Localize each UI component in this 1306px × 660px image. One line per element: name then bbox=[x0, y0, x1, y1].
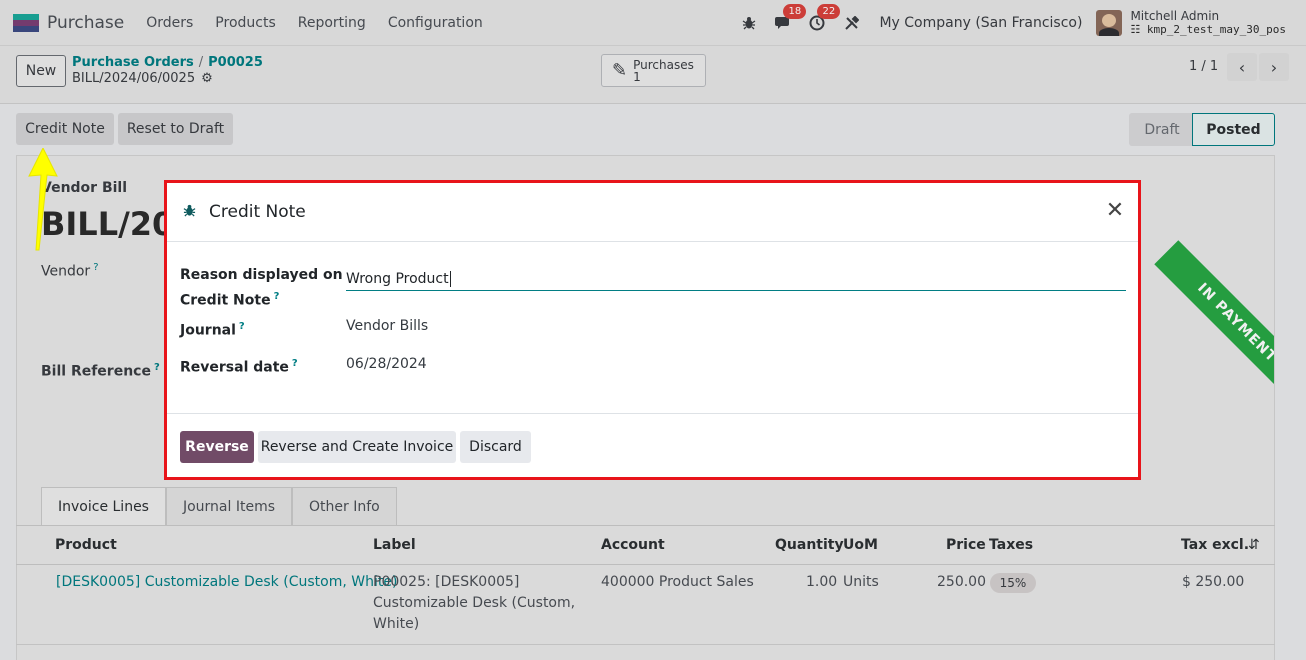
close-icon[interactable]: ✕ bbox=[1104, 200, 1126, 222]
reversal-date-label: Reversal date? bbox=[180, 353, 298, 379]
help-icon[interactable]: ? bbox=[292, 358, 298, 369]
reverse-button[interactable]: Reverse bbox=[180, 431, 254, 463]
discard-button[interactable]: Discard bbox=[460, 431, 531, 463]
reversal-date-input[interactable]: 06/28/2024 bbox=[346, 356, 427, 372]
reason-input-value: Wrong Product bbox=[346, 270, 449, 287]
credit-note-dialog: Credit Note ✕ Reason displayed on Credit… bbox=[164, 180, 1141, 480]
reason-label-line-2: Credit Note bbox=[180, 292, 271, 309]
journal-label-text: Journal bbox=[180, 322, 236, 339]
reverse-and-create-invoice-button[interactable]: Reverse and Create Invoice bbox=[258, 431, 456, 463]
dialog-footer: Reverse Reverse and Create Invoice Disca… bbox=[167, 413, 1138, 477]
reason-label-line-1: Reason displayed on bbox=[180, 267, 343, 283]
journal-value[interactable]: Vendor Bills bbox=[346, 318, 428, 334]
help-icon[interactable]: ? bbox=[239, 321, 245, 332]
journal-label: Journal? bbox=[180, 316, 245, 342]
reason-label: Reason displayed on Credit Note? bbox=[180, 265, 343, 312]
dialog-header: Credit Note ✕ bbox=[167, 183, 1138, 242]
reason-input[interactable]: Wrong Product bbox=[346, 267, 1126, 291]
help-icon[interactable]: ? bbox=[274, 291, 280, 302]
reversal-date-label-text: Reversal date bbox=[180, 359, 289, 376]
annotation-arrow-icon bbox=[28, 148, 58, 251]
debug-bug-icon[interactable] bbox=[183, 203, 196, 221]
text-caret bbox=[449, 270, 451, 287]
dialog-title: Credit Note bbox=[209, 202, 306, 222]
